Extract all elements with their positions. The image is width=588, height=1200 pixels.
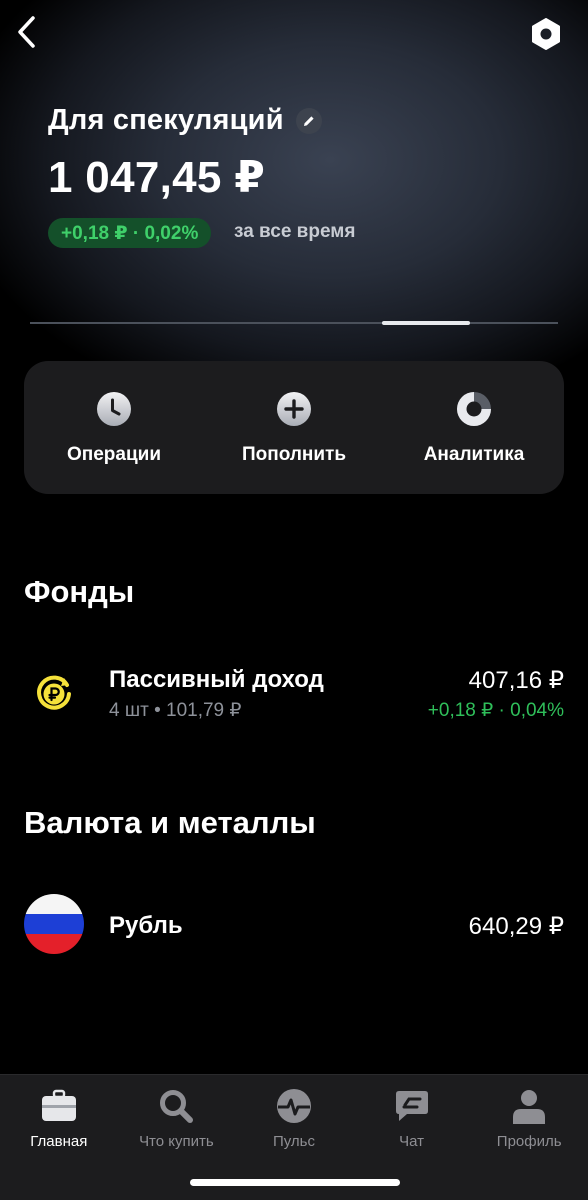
pencil-icon <box>303 115 314 126</box>
pager-track <box>30 322 558 324</box>
settings-button[interactable] <box>526 14 566 54</box>
ruble-coin-icon <box>24 664 84 724</box>
tab-chat-label: Чат <box>399 1133 425 1150</box>
home-indicator <box>190 1179 400 1186</box>
tab-home[interactable]: Главная <box>0 1075 118 1200</box>
fund-change: +0,18 ₽ · 0,04% <box>427 700 564 721</box>
balance-change: +0,18 ₽ · 0,02% <box>61 222 199 244</box>
operations-label: Операции <box>66 444 162 465</box>
hexagon-settings-icon <box>532 18 560 50</box>
tab-profile[interactable]: Профиль <box>470 1075 588 1200</box>
top-up-button[interactable]: Пополнить <box>204 361 384 494</box>
account-balance: 1 047,45 ₽ <box>48 153 266 202</box>
balance-change-badge: +0,18 ₽ · 0,02% <box>48 218 212 248</box>
pulse-icon <box>276 1089 311 1123</box>
pager-active-indicator <box>382 321 470 325</box>
currency-value: 640,29 ₽ <box>468 913 564 940</box>
currency-row-ruble[interactable]: Рубль 640,29 ₽ <box>0 884 588 964</box>
actions-card: Операции Пополнить Аналитика <box>24 361 564 494</box>
account-title: Для спекуляций <box>48 104 284 136</box>
fund-name: Пассивный доход <box>109 666 324 693</box>
clock-icon <box>97 392 131 426</box>
operations-button[interactable]: Операции <box>24 361 204 494</box>
currency-name: Рубль <box>109 912 183 939</box>
tab-profile-label: Профиль <box>496 1133 562 1150</box>
fund-row-passive-income[interactable]: Пассивный доход 4 шт • 101,79 ₽ 407,16 ₽… <box>0 650 588 738</box>
tab-pulse-label: Пульс <box>272 1133 315 1150</box>
top-up-label: Пополнить <box>241 444 347 465</box>
currency-section-title: Валюта и металлы <box>24 805 316 840</box>
fund-quantity-price: 4 шт • 101,79 ₽ <box>109 700 242 721</box>
change-period-label: за все время <box>234 221 356 242</box>
analytics-label: Аналитика <box>423 444 525 465</box>
fund-value: 407,16 ₽ <box>468 667 564 694</box>
profile-icon <box>513 1090 546 1124</box>
analytics-button[interactable]: Аналитика <box>384 361 564 494</box>
account-title-row: Для спекуляций <box>48 104 322 137</box>
edit-title-button[interactable] <box>295 107 322 134</box>
russia-flag-icon <box>24 894 84 954</box>
pie-chart-icon <box>457 392 491 426</box>
tab-home-label: Главная <box>30 1133 88 1150</box>
chat-icon <box>395 1091 428 1121</box>
tab-what-to-buy-label: Что купить <box>139 1133 214 1150</box>
search-icon <box>160 1090 194 1123</box>
briefcase-icon <box>41 1089 76 1121</box>
funds-section-title: Фонды <box>24 574 135 609</box>
plus-circle-icon <box>277 392 311 426</box>
chevron-left-icon <box>18 16 35 48</box>
back-button[interactable] <box>8 12 44 52</box>
